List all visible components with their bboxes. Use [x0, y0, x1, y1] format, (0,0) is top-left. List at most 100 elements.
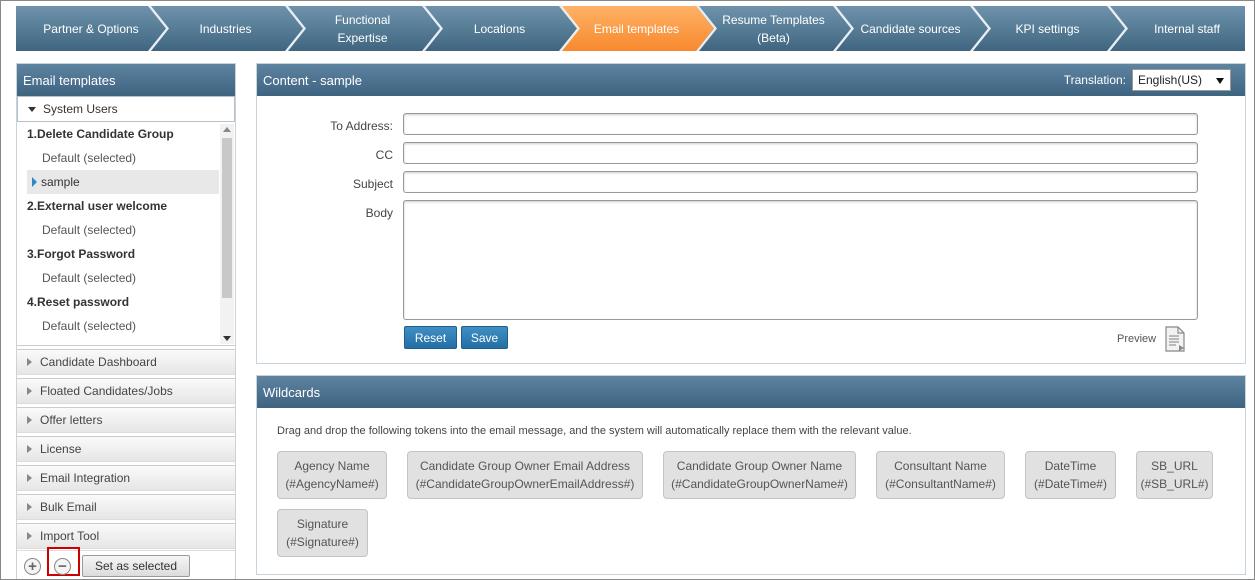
- template-variant-sample[interactable]: sample: [27, 170, 219, 194]
- step-industries[interactable]: Industries: [148, 6, 303, 51]
- step-label: Industries: [199, 21, 252, 36]
- body-row: Body: [257, 201, 393, 220]
- caret-right-icon: [27, 387, 32, 395]
- cc-row: CC: [257, 143, 393, 162]
- token-name: Agency Name: [294, 459, 370, 473]
- group-candidate-dashboard[interactable]: Candidate Dashboard: [17, 349, 235, 375]
- template-delete-candidate-group[interactable]: 1.Delete Candidate Group: [17, 122, 235, 146]
- token-code: (#ConsultantName#): [885, 477, 996, 491]
- set-as-selected-button[interactable]: Set as selected: [82, 555, 190, 577]
- cc-input[interactable]: [403, 142, 1198, 164]
- reset-button[interactable]: Reset: [404, 326, 457, 349]
- caret-right-icon: [27, 445, 32, 453]
- scroll-up-icon[interactable]: [223, 127, 231, 132]
- caret-right-icon: [27, 358, 32, 366]
- scroll-down-icon[interactable]: [223, 336, 231, 341]
- wildcards-title: Wildcards: [257, 376, 1245, 408]
- group-label: Email Integration: [40, 471, 131, 485]
- subject-label: Subject: [352, 177, 393, 191]
- content-panel: Content - sample Translation: English(US…: [256, 63, 1246, 364]
- template-variant-default[interactable]: Default (selected): [17, 218, 235, 242]
- group-label: Candidate Dashboard: [40, 355, 157, 369]
- to-label: To Address:: [330, 119, 393, 133]
- step-label: Internal staff: [1154, 21, 1220, 36]
- email-templates-panel: Email templates System Users 1.Delete Ca…: [16, 63, 236, 579]
- token-candidate-group-owner-name[interactable]: Candidate Group Owner Name (#CandidateGr…: [663, 451, 856, 499]
- subject-input[interactable]: [403, 171, 1198, 193]
- token-code: (#AgencyName#): [285, 477, 379, 491]
- group-floated-candidates-jobs[interactable]: Floated Candidates/Jobs: [17, 378, 235, 404]
- template-variant-default[interactable]: Default (selected): [17, 146, 235, 170]
- token-consultant-name[interactable]: Consultant Name (#ConsultantName#): [876, 451, 1005, 499]
- content-title: Content - sample: [263, 72, 362, 88]
- token-code: (#Signature#): [286, 535, 359, 549]
- token-code: (#DateTime#): [1034, 477, 1107, 491]
- template-variant-default[interactable]: Default (selected): [17, 266, 235, 290]
- group-offer-letters[interactable]: Offer letters: [17, 407, 235, 433]
- group-import-tool[interactable]: Import Tool: [17, 523, 235, 549]
- group-label: Bulk Email: [40, 500, 97, 514]
- token-code: (#SB_URL#): [1140, 477, 1209, 491]
- preview-button[interactable]: Preview: [1117, 326, 1186, 352]
- token-datetime[interactable]: DateTime (#DateTime#): [1025, 451, 1116, 499]
- template-variant-default[interactable]: Default (selected): [17, 314, 235, 338]
- step-label: Email templates: [593, 21, 680, 36]
- step-partner-options[interactable]: Partner & Options: [16, 6, 166, 51]
- wildcards-description: Drag and drop the following tokens into …: [277, 425, 912, 437]
- step-label: Locations: [473, 21, 526, 36]
- caret-right-icon: [27, 474, 32, 482]
- token-name: Signature: [296, 517, 349, 531]
- group-bulk-email[interactable]: Bulk Email: [17, 494, 235, 520]
- tree-scrollbar[interactable]: [220, 124, 234, 344]
- step-functional-expertise[interactable]: Functional Expertise: [285, 6, 440, 51]
- to-address-input[interactable]: [403, 113, 1198, 135]
- save-button[interactable]: Save: [461, 326, 508, 349]
- content-header: Content - sample Translation: English(US…: [257, 64, 1245, 96]
- step-label: Candidate sources: [860, 21, 961, 36]
- scroll-thumb[interactable]: [222, 138, 232, 298]
- group-label: License: [40, 442, 82, 456]
- step-resume-templates[interactable]: Resume Templates (Beta): [696, 6, 851, 51]
- dropdown-arrow-icon: [1216, 78, 1224, 84]
- step-email-templates[interactable]: Email templates: [559, 6, 714, 51]
- variant-label: sample: [41, 175, 80, 189]
- wildcards-panel: Wildcards Drag and drop the following to…: [256, 375, 1246, 575]
- panel-title: Email templates: [17, 64, 235, 96]
- plus-circle-icon[interactable]: +: [24, 558, 41, 575]
- body-textarea[interactable]: [403, 200, 1198, 320]
- step-label: Resume Templates (Beta): [722, 12, 825, 45]
- token-signature[interactable]: Signature (#Signature#): [277, 509, 368, 557]
- to-row: To Address:: [257, 114, 393, 133]
- token-code: (#CandidateGroupOwnerName#): [671, 477, 848, 491]
- selected-caret-icon: [32, 177, 37, 187]
- translation-select[interactable]: English(US): [1132, 69, 1231, 91]
- wizard-steps: Partner & Options Industries Functional …: [16, 6, 1245, 51]
- body-label: Body: [365, 206, 393, 220]
- document-preview-icon: [1165, 326, 1185, 352]
- token-name: SB_URL: [1151, 459, 1198, 473]
- group-email-integration[interactable]: Email Integration: [17, 465, 235, 491]
- step-label: Partner & Options: [43, 21, 139, 36]
- group-label: Offer letters: [40, 413, 103, 427]
- token-sb-url[interactable]: SB_URL (#SB_URL#): [1136, 451, 1213, 499]
- group-system-users[interactable]: System Users: [17, 96, 235, 122]
- step-locations[interactable]: Locations: [422, 6, 577, 51]
- token-code: (#CandidateGroupOwnerEmailAddress#): [415, 477, 635, 491]
- cc-label: CC: [375, 148, 393, 162]
- caret-down-icon: [28, 106, 36, 112]
- step-candidate-sources[interactable]: Candidate sources: [833, 6, 988, 51]
- caret-right-icon: [27, 416, 32, 424]
- caret-right-icon: [27, 503, 32, 511]
- template-forgot-password[interactable]: 3.Forgot Password: [17, 242, 235, 266]
- group-label: Floated Candidates/Jobs: [40, 384, 173, 398]
- step-label: Functional Expertise: [334, 12, 391, 45]
- step-kpi-settings[interactable]: KPI settings: [970, 6, 1125, 51]
- template-reset-password[interactable]: 4.Reset password: [17, 290, 235, 314]
- minus-circle-icon[interactable]: −: [54, 558, 71, 575]
- token-agency-name[interactable]: Agency Name (#AgencyName#): [277, 451, 387, 499]
- template-external-user-welcome[interactable]: 2.External user welcome: [17, 194, 235, 218]
- preview-label: Preview: [1117, 333, 1157, 345]
- template-tree: 1.Delete Candidate Group Default (select…: [17, 122, 235, 346]
- group-license[interactable]: License: [17, 436, 235, 462]
- token-candidate-group-owner-email[interactable]: Candidate Group Owner Email Address (#Ca…: [407, 451, 643, 499]
